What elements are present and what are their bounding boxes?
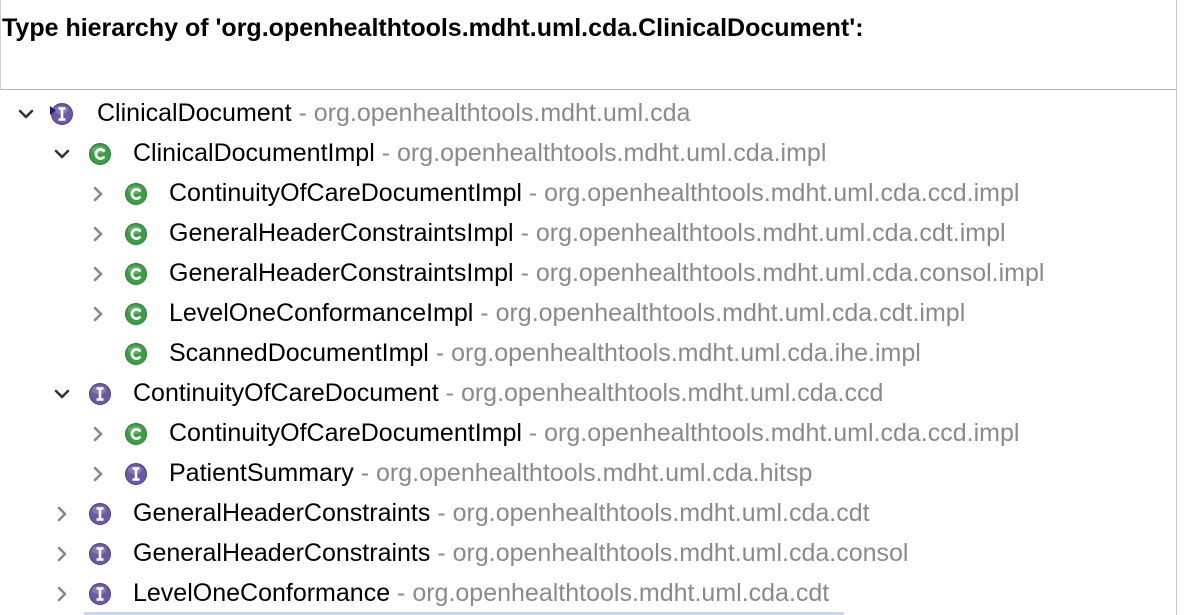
chevron-down-icon[interactable] — [16, 104, 36, 124]
class-icon — [124, 182, 148, 206]
package-qualifier: org.openhealthtools.mdht.uml.cda.consol.… — [535, 259, 1045, 287]
class-icon — [124, 302, 148, 326]
package-qualifier: org.openhealthtools.mdht.uml.cda.consol — [452, 539, 909, 567]
class-icon — [88, 142, 112, 166]
tree-item[interactable]: ClinicalDocument - org.openhealthtools.m… — [0, 94, 1176, 134]
tree-item[interactable]: LevelOneConformanceImpl - org.openhealth… — [0, 294, 1176, 334]
tree-item-label: GeneralHeaderConstraints - org.openhealt… — [133, 538, 908, 568]
package-qualifier: org.openhealthtools.mdht.uml.cda.ccd.imp… — [544, 419, 1020, 447]
interface-icon — [124, 462, 148, 486]
view-left-border — [0, 0, 1, 90]
type-hierarchy-tree[interactable]: ClinicalDocument - org.openhealthtools.m… — [0, 94, 1176, 614]
chevron-right-icon[interactable] — [88, 464, 108, 484]
tree-item-label: ScannedDocumentImpl - org.openhealthtool… — [169, 338, 921, 368]
package-qualifier: org.openhealthtools.mdht.uml.cda.hitsp — [376, 459, 813, 487]
type-name: GeneralHeaderConstraints — [133, 499, 431, 527]
chevron-down-icon[interactable] — [52, 384, 72, 404]
tree-item[interactable]: GeneralHeaderConstraints - org.openhealt… — [0, 534, 1176, 574]
tree-item-label: PatientSummary - org.openhealthtools.mdh… — [169, 458, 812, 488]
chevron-right-icon[interactable] — [88, 424, 108, 444]
package-qualifier: org.openhealthtools.mdht.uml.cda.ccd — [460, 379, 884, 407]
tree-item-label: GeneralHeaderConstraints - org.openhealt… — [133, 498, 870, 528]
chevron-right-icon[interactable] — [88, 304, 108, 324]
tree-item-label: GeneralHeaderConstraintsImpl - org.openh… — [169, 218, 1006, 248]
hierarchy-title: Type hierarchy of 'org.openhealthtools.m… — [2, 14, 864, 42]
qualifier-separator: - — [445, 379, 454, 407]
qualifier-separator: - — [528, 419, 538, 447]
type-name: ContinuityOfCareDocumentImpl — [169, 179, 522, 207]
tree-item-label: GeneralHeaderConstraintsImpl - org.openh… — [169, 258, 1044, 288]
type-name: ClinicalDocumentImpl — [133, 139, 375, 167]
interface-icon — [88, 382, 112, 406]
package-qualifier: org.openhealthtools.mdht.uml.cda.impl — [396, 139, 827, 167]
tree-item[interactable]: ClinicalDocumentImpl - org.openhealthtoo… — [0, 134, 1176, 174]
chevron-right-icon[interactable] — [88, 184, 108, 204]
tree-item-label: ContinuityOfCareDocument - org.openhealt… — [133, 378, 883, 408]
package-qualifier: org.openhealthtools.mdht.uml.cda — [313, 99, 691, 127]
tree-item[interactable]: GeneralHeaderConstraintsImpl - org.openh… — [0, 254, 1176, 294]
view-right-border — [1176, 0, 1177, 615]
chevron-down-icon[interactable] — [52, 144, 72, 164]
chevron-right-icon[interactable] — [52, 544, 72, 564]
class-icon — [124, 422, 148, 446]
qualifier-separator: - — [437, 499, 446, 527]
tree-item[interactable]: ContinuityOfCareDocumentImpl - org.openh… — [0, 414, 1176, 454]
interface-icon — [88, 502, 112, 526]
class-icon — [124, 342, 148, 366]
package-qualifier: org.openhealthtools.mdht.uml.cda.cdt.imp… — [495, 299, 966, 327]
package-qualifier: org.openhealthtools.mdht.uml.cda.ihe.imp… — [451, 339, 921, 367]
qualifier-separator: - — [520, 259, 529, 287]
tree-item-label: ClinicalDocument - org.openhealthtools.m… — [97, 98, 690, 128]
chevron-right-icon[interactable] — [52, 584, 72, 604]
interface-icon — [88, 582, 112, 606]
tree-item[interactable]: ContinuityOfCareDocumentImpl - org.openh… — [0, 174, 1176, 214]
package-qualifier: org.openhealthtools.mdht.uml.cda.cdt.imp… — [535, 219, 1006, 247]
type-name: GeneralHeaderConstraintsImpl — [169, 219, 514, 247]
class-icon — [124, 222, 148, 246]
qualifier-separator: - — [360, 459, 370, 487]
type-name: ContinuityOfCareDocument — [133, 379, 439, 407]
tree-item-label: LevelOneConformance - org.openhealthtool… — [133, 578, 829, 608]
qualifier-separator: - — [480, 299, 489, 327]
type-name: GeneralHeaderConstraintsImpl — [169, 259, 514, 287]
header-separator — [0, 89, 1176, 90]
tree-item-label: ClinicalDocumentImpl - org.openhealthtoo… — [133, 138, 826, 168]
package-qualifier: org.openhealthtools.mdht.uml.cda.cdt — [412, 579, 830, 607]
interface-icon — [50, 102, 74, 126]
tree-item-label: ContinuityOfCareDocumentImpl - org.openh… — [169, 178, 1019, 208]
qualifier-separator: - — [520, 219, 529, 247]
type-name: LevelOneConformanceImpl — [169, 299, 474, 327]
qualifier-separator: - — [435, 339, 445, 367]
tree-item[interactable]: GeneralHeaderConstraints - org.openhealt… — [0, 494, 1176, 534]
type-name: LevelOneConformance — [133, 579, 391, 607]
tree-item[interactable]: ContinuityOfCareDocument - org.openhealt… — [0, 374, 1176, 414]
type-name: ContinuityOfCareDocumentImpl — [169, 419, 522, 447]
tree-item-label: LevelOneConformanceImpl - org.openhealth… — [169, 298, 965, 328]
type-name: ClinicalDocument — [97, 99, 292, 127]
package-qualifier: org.openhealthtools.mdht.uml.cda.cdt — [452, 499, 870, 527]
chevron-right-icon[interactable] — [88, 224, 108, 244]
tree-item[interactable]: LevelOneConformance - org.openhealthtool… — [0, 574, 1176, 614]
class-icon — [124, 262, 148, 286]
qualifier-separator: - — [528, 179, 538, 207]
type-name: GeneralHeaderConstraints — [133, 539, 431, 567]
package-qualifier: org.openhealthtools.mdht.uml.cda.ccd.imp… — [544, 179, 1020, 207]
qualifier-separator: - — [397, 579, 406, 607]
tree-item[interactable]: GeneralHeaderConstraintsImpl - org.openh… — [0, 214, 1176, 254]
type-name: PatientSummary — [169, 459, 354, 487]
qualifier-separator: - — [298, 99, 307, 127]
type-name: ScannedDocumentImpl — [169, 339, 429, 367]
tree-item-label: ContinuityOfCareDocumentImpl - org.openh… — [169, 418, 1019, 448]
chevron-right-icon[interactable] — [88, 264, 108, 284]
qualifier-separator: - — [437, 539, 446, 567]
qualifier-separator: - — [381, 139, 391, 167]
chevron-right-icon[interactable] — [52, 504, 72, 524]
tree-item[interactable]: ScannedDocumentImpl - org.openhealthtool… — [0, 334, 1176, 374]
interface-icon — [88, 542, 112, 566]
tree-item[interactable]: PatientSummary - org.openhealthtools.mdh… — [0, 454, 1176, 494]
